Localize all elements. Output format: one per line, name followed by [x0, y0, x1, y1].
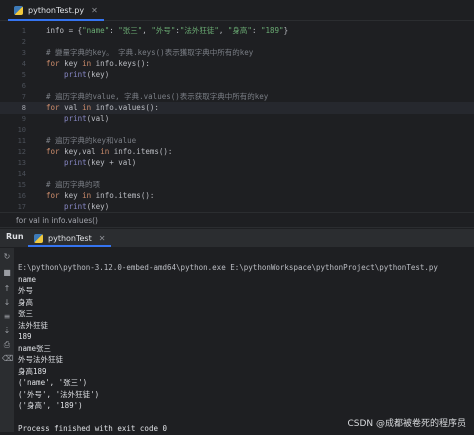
- console-line: 身高: [18, 297, 33, 307]
- code-token: (val): [86, 114, 110, 123]
- code-token: "name": [82, 26, 110, 35]
- code-token: in: [82, 59, 96, 68]
- console-line: E:\python\python-3.12.0-embed-amd64\pyth…: [18, 263, 438, 272]
- code-token: :: [109, 26, 119, 35]
- code-token: for: [46, 103, 65, 112]
- run-toolstrip: ↻ ■ ↑ ↓ ≡ ⇣ ⎙ ⌫: [0, 248, 14, 432]
- code-token: print: [46, 202, 87, 211]
- console-line: 张三: [18, 309, 33, 318]
- console-line: 189: [18, 332, 32, 341]
- code-token: # 遍历字典的key和value: [46, 136, 137, 145]
- code-token: in: [82, 191, 96, 200]
- code-token: "法外狂徒": [179, 26, 219, 35]
- code-token: info.items():: [113, 147, 173, 156]
- code-token: in: [82, 103, 96, 112]
- code-token: (key + val): [86, 158, 137, 167]
- close-icon[interactable]: ✕: [99, 234, 106, 243]
- code-token: print: [46, 158, 87, 167]
- code-token: "外号": [151, 26, 176, 35]
- code-editor[interactable]: 1 info = {"name": "张三", "外号":"法外狂徒", "身高"…: [0, 21, 474, 212]
- run-tab-pythontest[interactable]: pythonTest ✕: [28, 230, 112, 247]
- console-output[interactable]: E:\python\python-3.12.0-embed-amd64\pyth…: [18, 262, 468, 435]
- print-icon[interactable]: ⎙: [2, 340, 12, 350]
- run-tab-label: pythonTest: [48, 233, 92, 243]
- code-line[interactable]: 17 print(key): [0, 201, 474, 212]
- console-line: ('身高', '189'): [18, 401, 83, 410]
- code-token: "身高": [227, 26, 252, 35]
- code-token: print: [46, 114, 87, 123]
- delete-icon[interactable]: ⌫: [2, 354, 13, 364]
- close-icon[interactable]: ✕: [91, 6, 98, 15]
- code-token: for: [46, 147, 65, 156]
- code-token: for: [46, 59, 65, 68]
- tab-label: pythonTest.py: [28, 5, 85, 15]
- tab-pythontest-py[interactable]: pythonTest.py ✕: [8, 2, 104, 21]
- code-token: info.keys():: [95, 59, 150, 68]
- code-token: (key): [86, 70, 110, 79]
- python-run-icon: [34, 233, 43, 243]
- code-token: # 遍历字典的value, 字典.values()表示获取字典中所有的key: [46, 92, 269, 101]
- code-token: :: [251, 26, 261, 35]
- code-token: info = {: [46, 26, 83, 35]
- code-token: key: [64, 191, 83, 200]
- line-number: 17: [17, 203, 26, 211]
- code-text: print(key): [46, 201, 109, 212]
- code-token: in: [100, 147, 114, 156]
- console-line: name: [18, 274, 37, 284]
- console-line: ('外号', '法外狂徒'): [18, 389, 100, 399]
- code-token: info.values():: [95, 103, 159, 112]
- run-title: Run: [6, 232, 24, 241]
- editor-tab-bar: pythonTest.py ✕: [0, 0, 474, 21]
- code-token: info.items():: [95, 191, 155, 200]
- stop-icon[interactable]: ■: [2, 268, 12, 278]
- code-token: for: [46, 191, 65, 200]
- code-token: # 遍历字典的项: [46, 180, 101, 189]
- console-line: name张三: [18, 343, 52, 353]
- scroll-to-end-icon[interactable]: ⇣: [2, 326, 12, 336]
- console-line: ('name', '张三'): [18, 378, 88, 387]
- console-line: 外号: [18, 286, 33, 295]
- rerun-icon[interactable]: ↻: [2, 252, 12, 262]
- scroll-up-icon[interactable]: ↑: [2, 284, 12, 294]
- scroll-down-icon[interactable]: ↓: [2, 298, 12, 308]
- python-file-icon: [14, 5, 23, 15]
- code-token: (key): [86, 202, 110, 211]
- code-token: key,val: [64, 147, 101, 156]
- code-token: key: [64, 59, 83, 68]
- code-token: ,: [218, 26, 228, 35]
- watermark: CSDN @成都被卷死的程序员: [347, 419, 466, 429]
- console-line: 法外狂徒: [18, 320, 48, 330]
- code-token: "189": [260, 26, 284, 35]
- console-line: 外号法外狂徒: [18, 355, 63, 364]
- code-token: }: [283, 26, 289, 35]
- code-token: ,: [142, 26, 152, 35]
- run-output-panel: ↻ ■ ↑ ↓ ≡ ⇣ ⎙ ⌫ E:\python\python-3.12.0-…: [0, 248, 474, 435]
- breadcrumb[interactable]: for val in info.values(): [0, 212, 474, 228]
- run-toolwindow-header: Run pythonTest ✕: [0, 229, 474, 248]
- soft-wrap-icon[interactable]: ≡: [2, 312, 12, 322]
- code-token: print: [46, 70, 87, 79]
- code-token: "张三": [118, 26, 143, 35]
- code-token: # 變量字典的key。 字典.keys()表示獲取字典中所有的key: [46, 48, 254, 57]
- console-line: 身高189: [18, 366, 47, 376]
- code-token: val: [64, 103, 83, 112]
